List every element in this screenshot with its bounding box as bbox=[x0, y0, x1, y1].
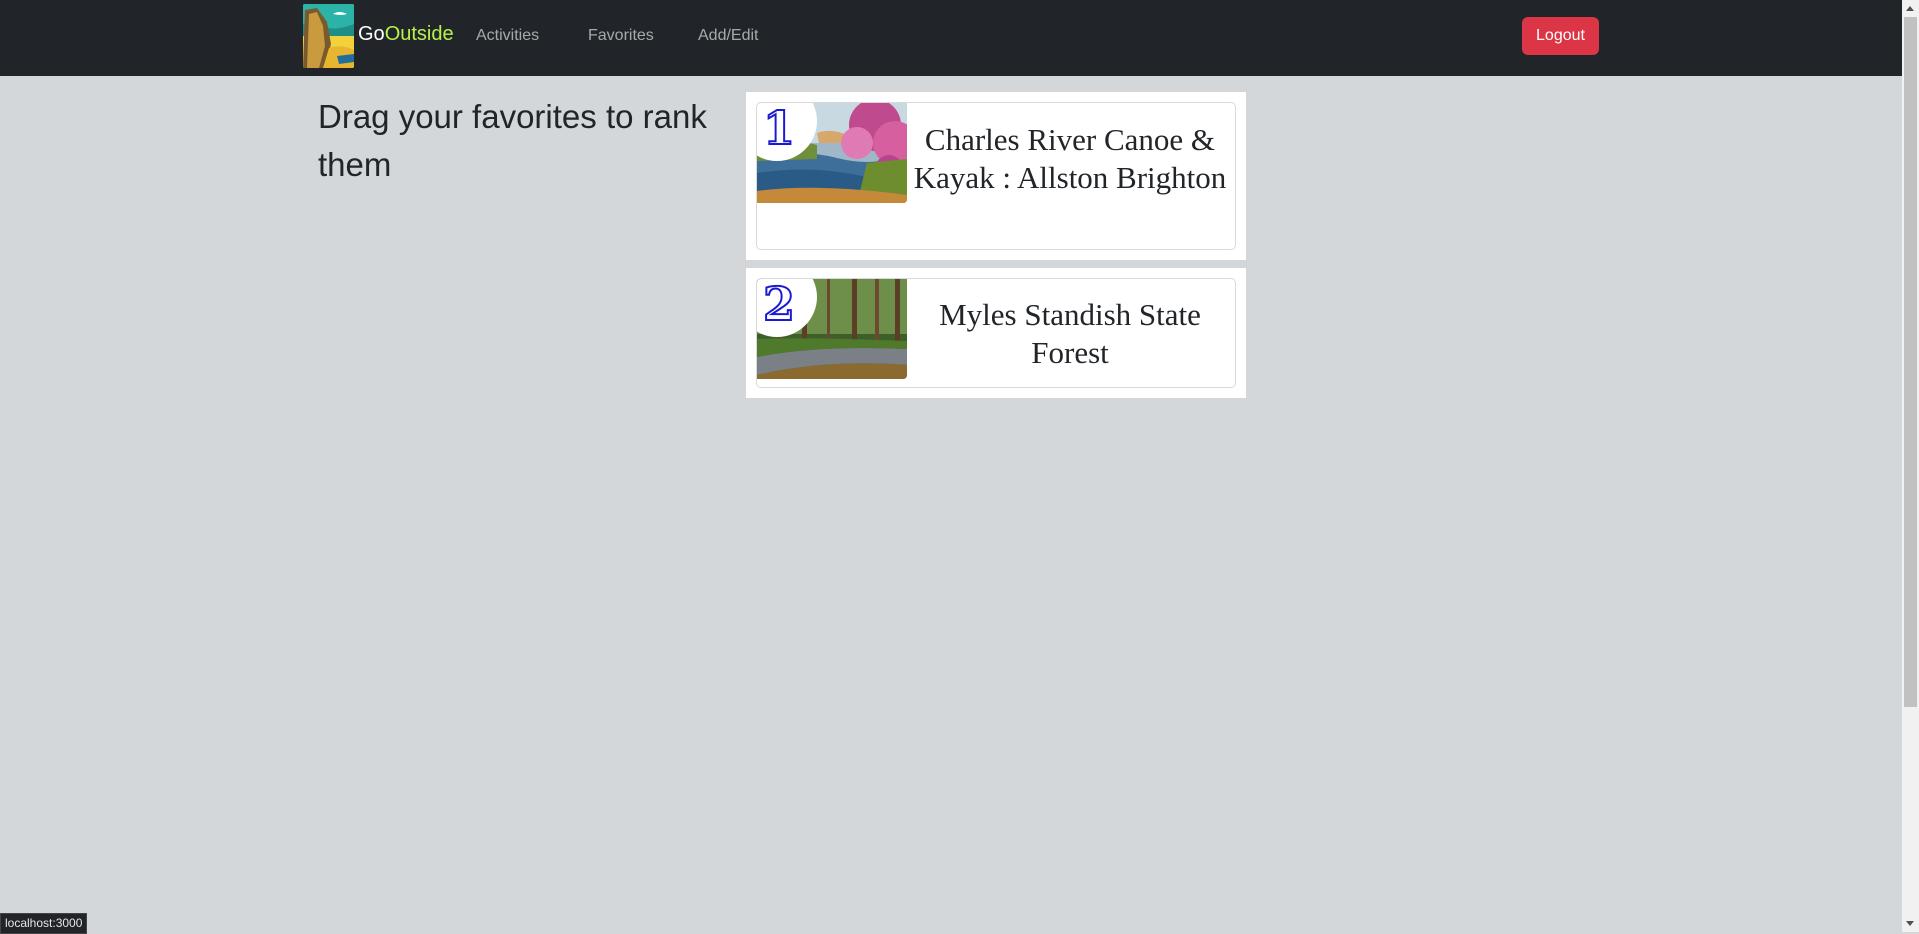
brand-name[interactable]: GoOutside bbox=[358, 20, 454, 48]
favorite-slot: 1 Charles River Canoe & Kayak : Allston … bbox=[746, 92, 1246, 260]
status-bar-url: localhost:3000 bbox=[0, 913, 88, 934]
rank-number: 2 bbox=[762, 279, 796, 331]
favorite-image-forest: 2 bbox=[757, 279, 907, 379]
brand-logo[interactable] bbox=[303, 4, 354, 68]
brand-outside-text: Outside bbox=[384, 23, 454, 45]
page-scrollbar[interactable] bbox=[1902, 0, 1919, 932]
brand-go-text: Go bbox=[358, 23, 385, 45]
favorite-card[interactable]: 1 Charles River Canoe & Kayak : Allston … bbox=[756, 102, 1236, 250]
page-heading: Drag your favorites to rank them bbox=[318, 98, 707, 183]
rank-number: 1 bbox=[762, 103, 796, 155]
cliff-landscape-icon bbox=[303, 4, 354, 68]
navbar: GoOutside Activities Favorites Add/Edit … bbox=[0, 0, 1902, 76]
favorite-title: Charles River Canoe & Kayak : Allston Br… bbox=[913, 122, 1227, 195]
favorite-card[interactable]: 2 Myles Standish State Forest bbox=[756, 278, 1236, 388]
nav-link-add-edit[interactable]: Add/Edit bbox=[698, 26, 758, 46]
nav-link-activities[interactable]: Activities bbox=[476, 26, 539, 46]
scroll-down-arrow-icon[interactable] bbox=[1906, 921, 1914, 926]
favorite-slot: 2 Myles Standish State Forest bbox=[746, 268, 1246, 398]
logout-button[interactable]: Logout bbox=[1522, 17, 1599, 55]
favorite-title: Myles Standish State Forest bbox=[939, 297, 1201, 370]
scroll-up-arrow-icon[interactable] bbox=[1906, 6, 1914, 11]
scroll-thumb[interactable] bbox=[1904, 17, 1917, 707]
favorite-image-river: 1 bbox=[757, 103, 907, 203]
nav-link-favorites[interactable]: Favorites bbox=[588, 26, 654, 46]
